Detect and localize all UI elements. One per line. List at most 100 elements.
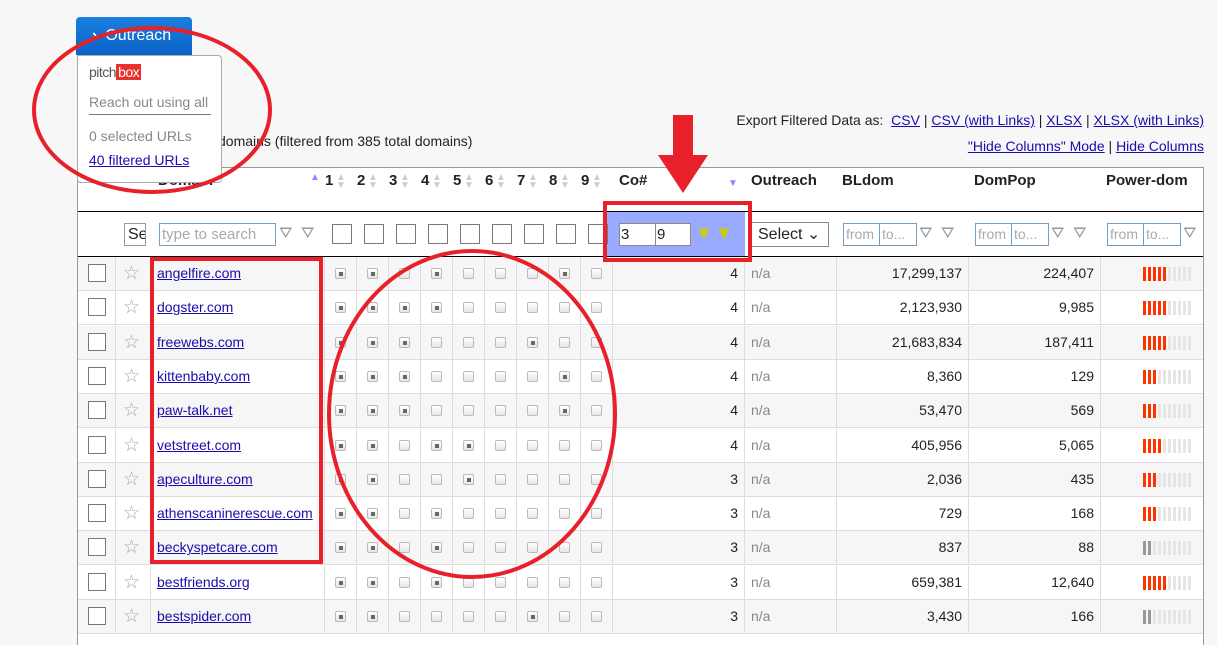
row-checkbox[interactable] — [88, 435, 106, 454]
row-checkbox[interactable] — [88, 332, 106, 351]
domain-link[interactable]: apeculture.com — [151, 471, 253, 487]
sort-icon[interactable]: ▲ ▼ — [368, 173, 378, 191]
col-8[interactable]: 8 — [549, 172, 557, 189]
dompop-range-filter[interactable]: from to... — [975, 223, 1049, 246]
star-icon[interactable]: ☆ — [123, 394, 140, 427]
star-icon[interactable]: ☆ — [123, 257, 140, 290]
domain-link[interactable]: athenscaninerescue.com — [151, 505, 313, 521]
star-icon[interactable]: ☆ — [123, 531, 140, 564]
row-checkbox[interactable] — [88, 298, 106, 317]
domain-link[interactable]: vetstreet.com — [151, 437, 241, 453]
row-checkbox[interactable] — [88, 264, 106, 282]
row-checkbox[interactable] — [88, 607, 106, 625]
filter-add-icon[interactable]: ⛛ — [1051, 225, 1064, 243]
filter-apply-icon[interactable]: ▼ — [695, 223, 713, 244]
export-xlsx-links[interactable]: XLSX (with Links) — [1094, 112, 1204, 128]
filter-clear-icon[interactable]: ⛛ — [941, 225, 954, 243]
domain-link[interactable]: kittenbaby.com — [151, 368, 250, 384]
domain-link[interactable]: dogster.com — [151, 299, 233, 315]
sort-icon[interactable]: ▲ ▼ — [592, 173, 602, 191]
star-icon[interactable]: ☆ — [123, 326, 140, 359]
to-input[interactable]: to... — [1012, 224, 1048, 245]
export-xlsx[interactable]: XLSX — [1046, 112, 1082, 128]
col-6-filter-checkbox[interactable] — [492, 224, 512, 244]
col-bldom[interactable]: BLdom — [842, 172, 894, 189]
checked-indicator — [431, 268, 442, 279]
hide-columns-link[interactable]: Hide Columns — [1116, 138, 1204, 154]
col-5[interactable]: 5 — [453, 172, 461, 189]
outreach-button[interactable]: › Outreach — [76, 17, 192, 55]
row-checkbox[interactable] — [88, 538, 106, 557]
col-2-filter-checkbox[interactable] — [364, 224, 384, 244]
col-outreach[interactable]: Outreach — [751, 172, 817, 189]
hide-columns-mode-link[interactable]: "Hide Columns" Mode — [968, 138, 1105, 154]
col-9[interactable]: 9 — [581, 172, 589, 189]
col-dompop[interactable]: DomPop — [974, 172, 1036, 189]
col-co[interactable]: Co# — [619, 172, 647, 189]
from-input[interactable]: from — [1108, 224, 1144, 245]
star-icon[interactable]: ☆ — [123, 291, 140, 324]
col-9-filter-checkbox[interactable] — [588, 224, 608, 244]
sort-icon[interactable]: ▲ ▼ — [400, 173, 410, 191]
filter-add-icon[interactable]: ⛛ — [1183, 225, 1196, 243]
col-7-filter-checkbox[interactable] — [524, 224, 544, 244]
from-input[interactable]: from — [844, 224, 880, 245]
to-input[interactable]: to... — [1144, 224, 1180, 245]
col-power-dom[interactable]: Power-dom — [1106, 172, 1188, 189]
filter-add-icon[interactable]: ⛛ — [919, 225, 932, 243]
col-4-filter-checkbox[interactable] — [428, 224, 448, 244]
sort-asc-icon[interactable]: ▲ — [310, 172, 320, 183]
col-5-filter-checkbox[interactable] — [460, 224, 480, 244]
star-icon[interactable]: ☆ — [123, 600, 140, 633]
power-range-filter[interactable]: from to... — [1107, 223, 1181, 246]
domain-search-input[interactable]: type to search — [159, 223, 276, 246]
col-4[interactable]: 4 — [421, 172, 429, 189]
filter-clear-icon[interactable]: ⛛ — [301, 225, 314, 243]
sort-icon[interactable]: ▲ ▼ — [496, 173, 506, 191]
export-csv[interactable]: CSV — [891, 112, 920, 128]
star-icon[interactable]: ☆ — [123, 463, 140, 496]
sort-icon[interactable]: ▲ ▼ — [464, 173, 474, 191]
col-3-filter-checkbox[interactable] — [396, 224, 416, 244]
row-checkbox[interactable] — [88, 572, 106, 591]
col-1-filter-checkbox[interactable] — [332, 224, 352, 244]
sort-desc-icon[interactable]: ▼ — [728, 178, 738, 189]
sort-icon[interactable]: ▲ ▼ — [336, 173, 346, 191]
domain-link[interactable]: paw-talk.net — [151, 402, 232, 418]
star-icon[interactable]: ☆ — [123, 497, 140, 530]
row-checkbox[interactable] — [88, 401, 106, 420]
col-8-filter-checkbox[interactable] — [556, 224, 576, 244]
filtered-urls-link[interactable]: 40 filtered URLs — [89, 152, 221, 168]
star-icon[interactable]: ☆ — [123, 566, 140, 599]
row-checkbox[interactable] — [88, 469, 106, 488]
reach-out-input[interactable]: Reach out using all — [89, 94, 211, 115]
from-input[interactable]: from — [976, 224, 1012, 245]
star-icon[interactable]: ☆ — [123, 360, 140, 393]
filter-remove-icon[interactable]: ▼ — [715, 223, 733, 244]
row-checkbox[interactable] — [88, 366, 106, 385]
filter-clear-icon[interactable]: ⛛ — [1073, 225, 1086, 243]
outreach-select[interactable]: Select ⌄ — [751, 222, 829, 247]
bldom-range-filter[interactable]: from to... — [843, 223, 917, 246]
row-checkbox[interactable] — [88, 504, 106, 523]
export-csv-links[interactable]: CSV (with Links) — [931, 112, 1034, 128]
col-2[interactable]: 2 — [357, 172, 365, 189]
sort-icon[interactable]: ▲ ▼ — [528, 173, 538, 191]
filter-add-icon[interactable]: ⛛ — [279, 225, 292, 243]
co-from-input[interactable]: 3 — [620, 224, 656, 245]
domain-link[interactable]: angelfire.com — [151, 265, 241, 281]
col-7[interactable]: 7 — [517, 172, 525, 189]
domain-link[interactable]: bestfriends.org — [151, 574, 250, 590]
domain-link[interactable]: beckyspetcare.com — [151, 539, 278, 555]
star-icon[interactable]: ☆ — [123, 429, 140, 462]
co-to-input[interactable]: 9 — [656, 224, 665, 245]
to-input[interactable]: to... — [880, 224, 916, 245]
domain-link[interactable]: bestspider.com — [151, 608, 251, 624]
sort-icon[interactable]: ▲ ▼ — [432, 173, 442, 191]
domain-link[interactable]: freewebs.com — [151, 334, 244, 350]
select-filter[interactable]: Se — [124, 223, 146, 246]
col-6[interactable]: 6 — [485, 172, 493, 189]
col-1[interactable]: 1 — [325, 172, 333, 189]
sort-icon[interactable]: ▲ ▼ — [560, 173, 570, 191]
col-3[interactable]: 3 — [389, 172, 397, 189]
